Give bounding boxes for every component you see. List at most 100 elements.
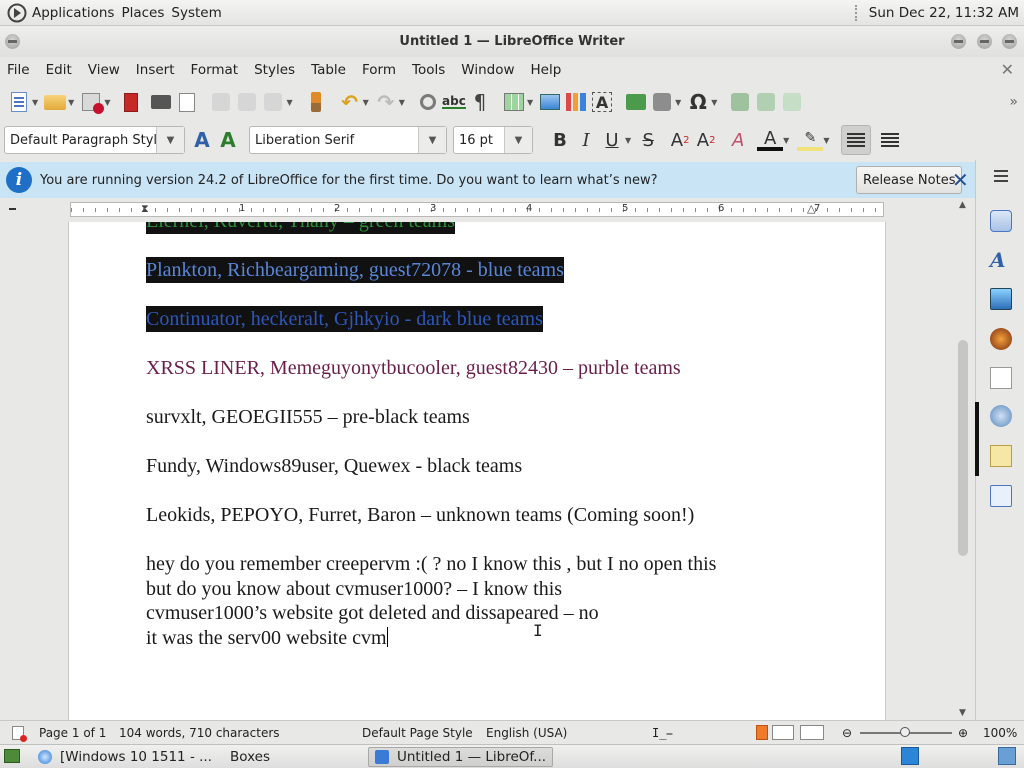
page-icon[interactable] (990, 367, 1012, 389)
system-menu[interactable]: System (171, 5, 228, 21)
scroll-down-icon[interactable]: ▼ (959, 708, 966, 718)
spelling-icon[interactable]: abc (442, 91, 466, 113)
superscript-icon[interactable]: A2 (667, 127, 693, 153)
new-dropdown-icon[interactable]: ▼ (32, 98, 38, 107)
doc-line-unknown[interactable]: Leokids, PEPOYO, Furret, Baron – unknown… (146, 503, 694, 528)
paragraph-style-select[interactable]: Default Paragraph Style ▼ (4, 126, 185, 154)
zoom-slider-knob[interactable] (900, 727, 910, 737)
horizontal-ruler[interactable]: ⧗ 1 2 3 4 5 6 7 △ (70, 202, 884, 217)
page-style[interactable]: Default Page Style (362, 726, 473, 740)
maximize-button[interactable] (977, 34, 992, 49)
font-color-icon[interactable]: A (757, 128, 784, 151)
menu-styles[interactable]: Styles (246, 62, 303, 78)
doc-line-dark-blue[interactable]: Continuator, heckeralt, Gjhkyio - dark b… (146, 306, 543, 332)
highlight-color-icon[interactable]: ✎ (797, 129, 824, 151)
chevron-down-icon[interactable]: ▼ (418, 127, 446, 153)
doc-chat-block[interactable]: hey do you remember creepervm :( ? no I … (146, 552, 716, 650)
workspace-switcher-icon[interactable] (901, 747, 919, 765)
print-icon[interactable] (150, 91, 172, 113)
properties-icon[interactable] (990, 210, 1012, 232)
multi-page-view-icon[interactable] (772, 725, 794, 740)
undo-icon[interactable]: ↶ (339, 90, 361, 114)
underline-dropdown-icon[interactable]: ▼ (625, 136, 631, 145)
paste-dropdown-icon[interactable]: ▼ (286, 98, 292, 107)
font-color-dropdown-icon[interactable]: ▼ (783, 136, 789, 145)
show-desktop-icon[interactable] (4, 749, 20, 763)
special-char-dropdown-icon[interactable]: ▼ (711, 98, 717, 107)
insert-field-icon[interactable] (651, 91, 673, 113)
menu-format[interactable]: Format (183, 62, 247, 78)
doc-line-purple[interactable]: XRSS LINER, Memeguyonytbucooler, guest82… (146, 356, 681, 381)
word-count[interactable]: 104 words, 710 characters (119, 726, 280, 740)
menu-edit[interactable]: Edit (38, 62, 80, 78)
clear-formatting-icon[interactable]: A (725, 127, 751, 153)
manage-changes-icon[interactable] (990, 405, 1012, 427)
redo-icon[interactable]: ↷ (375, 90, 397, 114)
doc-line-green[interactable]: Elernel, Ruvertu, Thany – green teams (146, 222, 455, 234)
vertical-scrollbar[interactable]: ▲ ▼ (955, 198, 975, 720)
close-window-button[interactable] (1002, 34, 1017, 49)
update-style-icon[interactable]: A (191, 128, 213, 152)
toolbar-overflow-icon[interactable]: » (1009, 94, 1018, 110)
zoom-level[interactable]: 100% (983, 726, 1017, 740)
save-dropdown-icon[interactable]: ▼ (104, 98, 110, 107)
menu-table[interactable]: Table (303, 62, 354, 78)
zoom-out-icon[interactable]: ⊖ (842, 726, 852, 740)
doc-line-pre-black[interactable]: survxlt, GEOEGII555 – pre-black teams (146, 405, 470, 430)
export-pdf-icon[interactable] (120, 91, 142, 113)
accessibility-check-icon[interactable] (990, 485, 1012, 507)
close-infobar-icon[interactable]: ✕ (952, 168, 969, 192)
tray-icon[interactable] (998, 747, 1016, 765)
menu-tools[interactable]: Tools (404, 62, 453, 78)
find-replace-icon[interactable] (417, 91, 439, 113)
clock[interactable]: Sun Dec 22, 11:32 AM (869, 5, 1019, 21)
formatting-marks-icon[interactable]: ¶ (469, 90, 491, 114)
italic-icon[interactable]: I (573, 127, 599, 153)
close-document-icon[interactable]: ✕ (1001, 60, 1014, 79)
indent-marker-icon[interactable]: ⧗ (141, 202, 151, 216)
tab-stop-selector-icon[interactable] (9, 208, 16, 210)
applications-menu[interactable]: Applications (32, 5, 121, 21)
task-libreoffice[interactable]: Untitled 1 — LibreOf... (368, 747, 554, 767)
page-count[interactable]: Page 1 of 1 (39, 726, 106, 740)
menu-view[interactable]: View (80, 62, 128, 78)
paste-icon[interactable] (262, 91, 284, 113)
insert-image-icon[interactable] (539, 91, 561, 113)
print-preview-icon[interactable] (176, 91, 198, 113)
menu-help[interactable]: Help (523, 62, 570, 78)
menu-file[interactable]: File (0, 62, 38, 78)
special-character-icon[interactable]: Ω (687, 90, 709, 114)
align-center-button[interactable] (875, 125, 905, 155)
font-size-select[interactable]: 16 pt ▼ (453, 126, 533, 154)
doc-line-blue[interactable]: Plankton, Richbeargaming, guest72078 - b… (146, 257, 564, 283)
redo-dropdown-icon[interactable]: ▼ (399, 98, 405, 107)
field-dropdown-icon[interactable]: ▼ (675, 98, 681, 107)
zoom-in-icon[interactable]: ⊕ (958, 726, 968, 740)
scroll-up-icon[interactable]: ▲ (959, 200, 966, 210)
chevron-down-icon[interactable]: ▼ (504, 127, 532, 153)
release-notes-button[interactable]: Release Notes (856, 166, 963, 194)
new-document-icon[interactable] (8, 91, 30, 113)
copy-icon[interactable] (236, 91, 258, 113)
distro-logo-icon[interactable] (7, 3, 27, 23)
menu-window[interactable]: Window (453, 62, 522, 78)
open-dropdown-icon[interactable]: ▼ (68, 98, 74, 107)
save-icon[interactable] (80, 91, 105, 114)
text-language[interactable]: English (USA) (486, 726, 567, 740)
align-left-button[interactable] (841, 125, 872, 155)
insert-page-break-icon[interactable] (625, 91, 647, 113)
menu-form[interactable]: Form (354, 62, 404, 78)
font-name-select[interactable]: Liberation Serif ▼ (249, 126, 447, 154)
underline-icon[interactable]: U (599, 127, 625, 153)
window-menu-button[interactable] (5, 34, 20, 49)
design-icon[interactable] (990, 445, 1012, 467)
styles-icon[interactable]: A (990, 248, 1012, 272)
document-page[interactable]: Elernel, Ruvertu, Thany – green teams Pl… (68, 222, 886, 720)
undo-dropdown-icon[interactable]: ▼ (363, 98, 369, 107)
navigator-icon[interactable] (990, 328, 1012, 350)
insert-endnote-icon[interactable] (781, 91, 803, 113)
book-view-icon[interactable] (800, 725, 824, 740)
subscript-icon[interactable]: A2 (693, 127, 719, 153)
insert-table-icon[interactable] (503, 91, 525, 113)
scrollbar-thumb[interactable] (958, 340, 968, 556)
